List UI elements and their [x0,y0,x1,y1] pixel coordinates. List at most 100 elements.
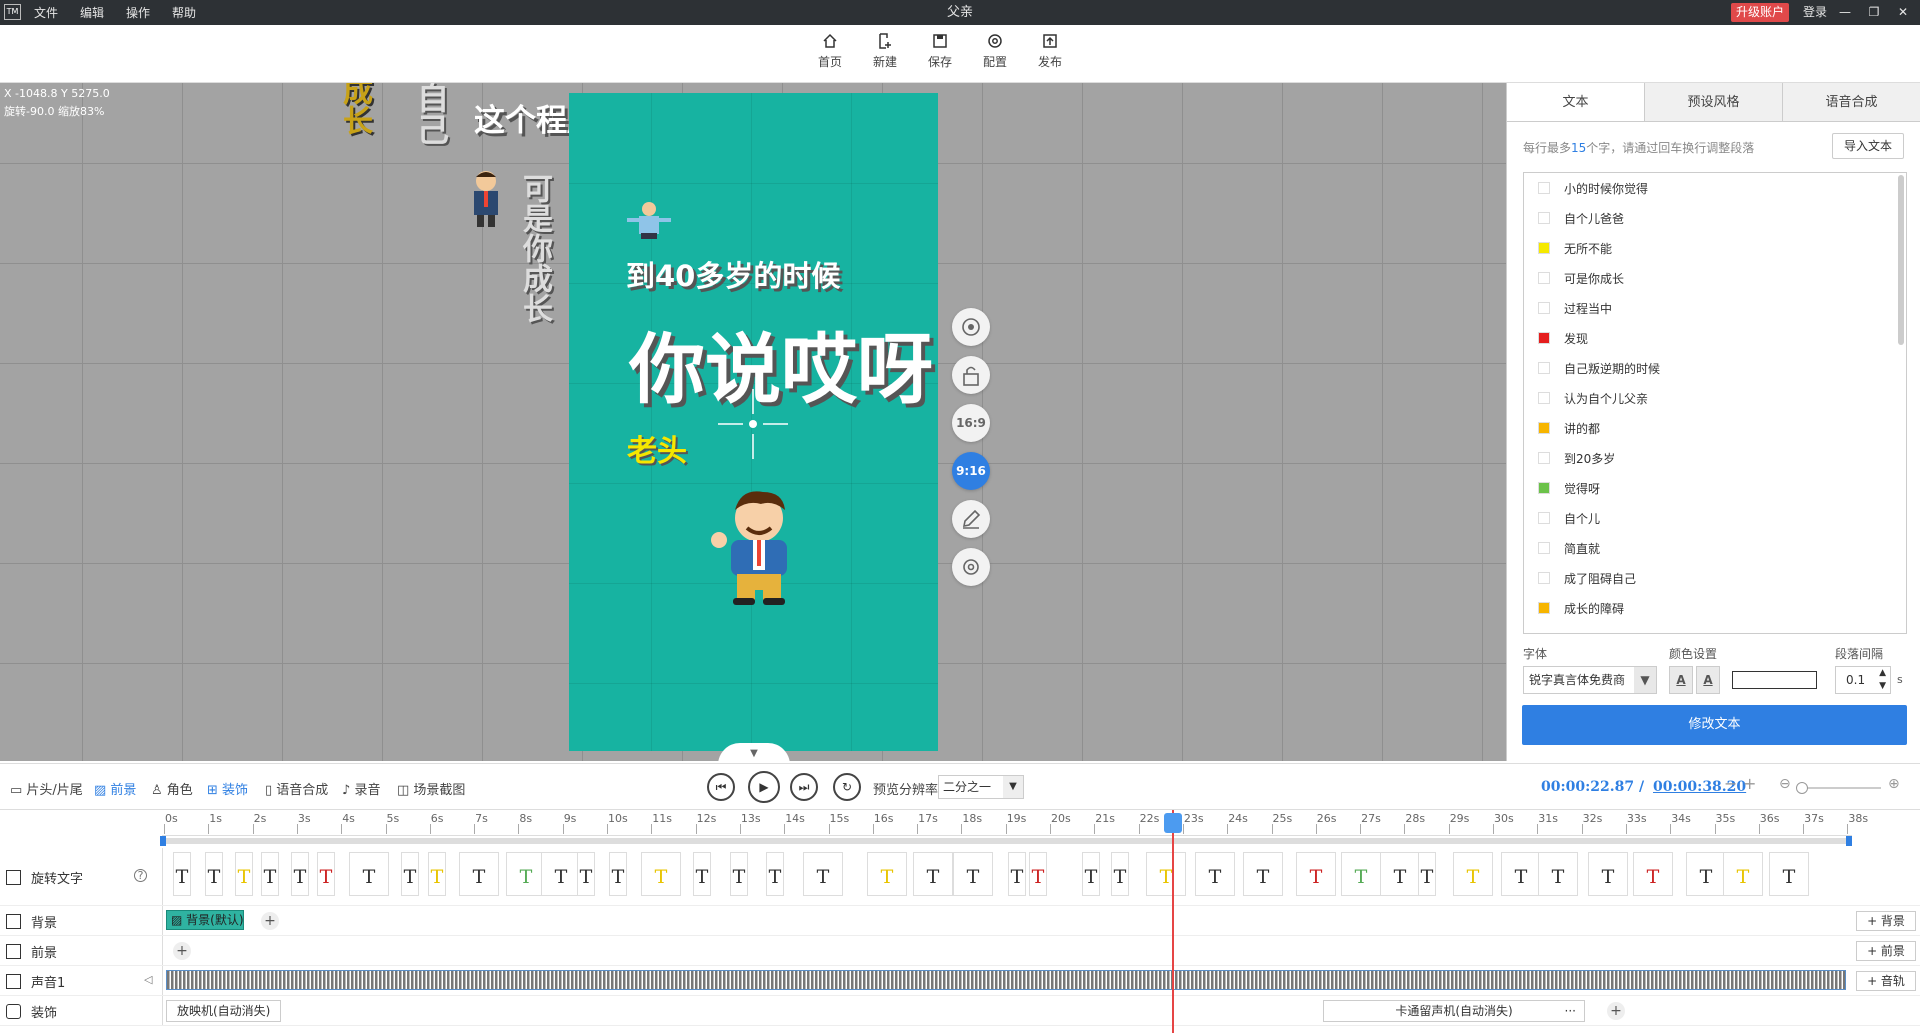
man-figure-left[interactable] [466,169,506,227]
text-clip[interactable]: T [913,852,953,896]
tab-record[interactable]: ♪ 录音 [342,779,380,798]
import-text-button[interactable]: 导入文本 [1832,133,1904,159]
upgrade-button[interactable]: 升级账户 [1731,3,1790,22]
tab-preset-style[interactable]: 预设风格 [1645,83,1783,121]
text-line-item[interactable]: 成了阻碍自己 [1524,563,1906,593]
home-button[interactable]: 首页 [808,31,852,70]
speaker-icon[interactable]: ◁ [144,973,152,986]
modify-text-button[interactable]: 修改文本 [1522,705,1907,745]
text-clip[interactable]: T [1588,852,1628,896]
skip-forward-button[interactable]: ⏭ [790,773,818,801]
line-color-swatch[interactable] [1538,272,1550,284]
line-color-swatch[interactable] [1538,362,1550,374]
text-clip[interactable]: T [867,852,907,896]
background-clips[interactable]: ▨ 背景(默认) + [162,906,1852,935]
text-clip[interactable]: T [1723,852,1763,896]
text-line-item[interactable]: 自己叛逆期的时候 [1524,353,1906,383]
audio-waveform[interactable] [166,970,1846,990]
text-clip[interactable]: T [1538,852,1578,896]
lock-button[interactable] [952,356,990,394]
line-color-swatch[interactable] [1538,482,1550,494]
close-icon[interactable]: ✕ [1891,0,1915,25]
text-clip[interactable]: T [401,852,419,896]
text-line-item[interactable]: 过程当中 [1524,293,1906,323]
line-color-swatch[interactable] [1538,572,1550,584]
text-clip[interactable]: T [1111,852,1129,896]
text-clip[interactable]: T [541,852,581,896]
foreground-clips[interactable]: + [162,936,1852,965]
thumbs-up-man-character[interactable] [703,488,809,606]
ratio-16-9-button[interactable]: 16:9 [952,404,990,442]
vertical-text-grow-up[interactable]: 可是你成长 [512,173,556,323]
text-clip[interactable]: T [291,852,309,896]
text-line-item[interactable]: 自个儿 [1524,503,1906,533]
text-clip[interactable]: T [1195,852,1235,896]
text-clip[interactable]: T [506,852,546,896]
text-clip[interactable]: T [1418,852,1436,896]
ratio-9-16-button[interactable]: 9:16 [952,452,990,490]
text-forty-years[interactable]: 到40多岁的时候 [626,253,840,295]
zoom-out-icon[interactable]: ⊖ [1779,776,1791,792]
line-color-swatch[interactable] [1538,392,1550,404]
range-end-handle[interactable] [1846,836,1852,846]
text-clip[interactable]: T [235,852,253,896]
text-line-item[interactable]: 认为自个儿父亲 [1524,383,1906,413]
zoom-slider-handle[interactable] [1796,782,1808,794]
menu-operate[interactable]: 操作 [126,4,150,21]
text-clip[interactable]: T [1380,852,1420,896]
tab-text[interactable]: 文本 [1507,83,1645,121]
tab-character[interactable]: ♙ 角色 [151,779,193,798]
text-line-item[interactable]: 觉得呀 [1524,473,1906,503]
text-color-button[interactable]: A [1669,666,1693,694]
audio-clips[interactable] [162,966,1852,995]
preview-resolution-select[interactable]: 二分之一 ▼ [938,775,1024,799]
text-line-item[interactable]: 自个儿爸爸 [1524,203,1906,233]
text-line-item[interactable]: 讲的都 [1524,413,1906,443]
stroke-color-button[interactable]: A [1696,666,1720,694]
help-icon[interactable]: ? [134,869,147,882]
line-color-swatch[interactable] [1538,512,1550,524]
text-clip[interactable]: T [261,852,279,896]
text-clip[interactable]: T [349,852,389,896]
time-ruler[interactable]: 0s 1s 2s 3s 4s 5s 6s 7s 8s 9s 10s 11s 12s 13s 14s 15s 16… [162,810,1868,836]
text-clip[interactable]: T [1341,852,1381,896]
text-clip[interactable]: T [1146,852,1186,896]
rotate-text-clips[interactable]: TTTTTTTTTTTTTTTTTTTTTTTTTTTTTTTTTTTTTTTT… [162,848,1852,905]
text-clip[interactable]: T [317,852,335,896]
playhead[interactable] [1172,810,1174,1033]
text-clip[interactable]: T [1243,852,1283,896]
canvas-settings-button[interactable] [952,548,990,586]
text-line-item[interactable]: 到20多岁 [1524,443,1906,473]
text-clip[interactable]: T [803,852,843,896]
add-audio-track-button[interactable]: + 音轨 [1856,971,1916,991]
text-clip[interactable]: T [953,852,993,896]
text-clip[interactable]: T [577,852,595,896]
line-color-swatch[interactable] [1538,242,1550,254]
text-old-man[interactable]: 老头 [627,426,687,470]
text-line-list[interactable]: 小的时候你觉得 自个儿爸爸 无所不能 可是你成长 过程当中 发现 自己叛逆期的时候 认为自个儿… [1523,172,1907,634]
background-clip[interactable]: ▨ 背景(默认) [166,910,244,930]
text-clip[interactable]: T [1633,852,1673,896]
play-button[interactable]: ▶ [748,771,780,803]
line-color-swatch[interactable] [1538,212,1550,224]
text-clip[interactable]: T [1453,852,1493,896]
minimize-icon[interactable]: — [1833,0,1857,25]
menu-file[interactable]: 文件 [34,4,58,21]
time-zoom-out-icon[interactable]: − [1724,774,1737,793]
text-clip[interactable]: T [428,852,446,896]
tab-speech-synthesis[interactable]: 语音合成 [1783,83,1920,121]
range-start-handle[interactable] [160,836,166,846]
decoration-clips[interactable]: 放映机(自动消失) 卡通留声机(自动消失) ··· + [162,996,1852,1025]
text-clip[interactable]: T [609,852,627,896]
text-clip[interactable]: T [641,852,681,896]
login-link[interactable]: 登录 [1803,0,1827,25]
text-line-item[interactable]: 成长的障碍 [1524,593,1906,623]
vertical-text-self[interactable]: 自己 [408,83,454,145]
line-color-swatch[interactable] [1538,452,1550,464]
add-background-clip-button[interactable]: + [261,912,279,930]
text-clip[interactable]: T [1082,852,1100,896]
add-foreground-button[interactable]: + 前景 [1856,941,1916,961]
video-preview-frame[interactable]: 到40多岁的时候 你说哎呀 老头 [569,93,938,751]
stepper-arrows-icon[interactable]: ▲ ▼ [1879,667,1886,693]
add-foreground-clip-button[interactable]: + [173,942,191,960]
